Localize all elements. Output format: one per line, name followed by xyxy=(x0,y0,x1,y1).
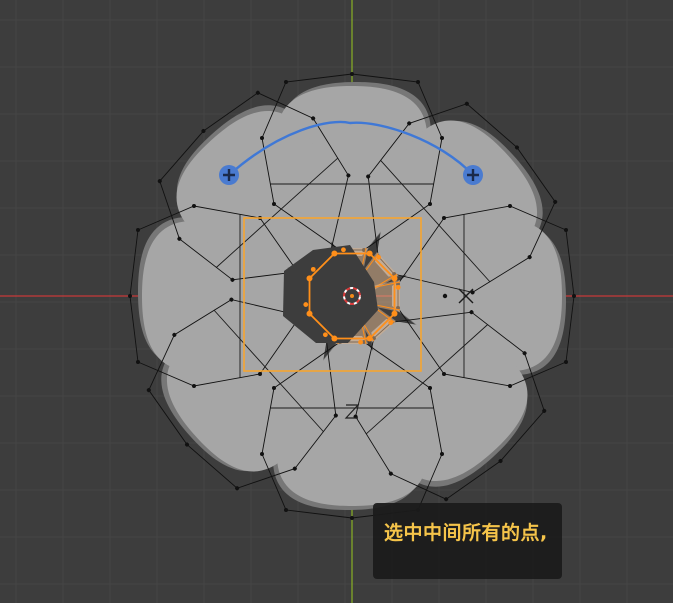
control-point[interactable] xyxy=(572,294,576,298)
control-point[interactable] xyxy=(146,387,152,393)
selected-point[interactable] xyxy=(395,285,401,290)
control-point[interactable] xyxy=(508,384,512,388)
selected-point[interactable] xyxy=(366,250,373,257)
control-point[interactable] xyxy=(258,372,262,376)
control-point[interactable] xyxy=(416,80,420,84)
caption-text: 选中中间所有的点, xyxy=(384,522,548,544)
control-point[interactable] xyxy=(442,372,446,376)
selected-point[interactable] xyxy=(388,320,394,326)
selected-point[interactable] xyxy=(341,247,346,253)
control-point[interactable] xyxy=(428,386,432,390)
control-point[interactable] xyxy=(284,80,288,84)
3d-viewport[interactable]: 选中中间所有的点, xyxy=(0,0,673,603)
control-point[interactable] xyxy=(350,72,354,76)
control-point[interactable] xyxy=(442,216,446,220)
control-point[interactable] xyxy=(260,452,264,456)
control-point[interactable] xyxy=(255,90,261,96)
selected-point[interactable] xyxy=(391,275,398,282)
control-point[interactable] xyxy=(552,199,558,205)
control-point[interactable] xyxy=(564,228,568,232)
selected-point[interactable] xyxy=(358,339,363,345)
selected-point[interactable] xyxy=(366,335,373,342)
gizmo-handle-left[interactable] xyxy=(219,165,239,185)
selected-point[interactable] xyxy=(310,266,316,272)
control-point[interactable] xyxy=(443,496,449,502)
control-point[interactable] xyxy=(272,386,276,390)
selected-point[interactable] xyxy=(303,302,309,307)
selected-point[interactable] xyxy=(306,275,313,282)
control-point[interactable] xyxy=(284,508,288,512)
control-point[interactable] xyxy=(128,294,132,298)
control-point[interactable] xyxy=(564,360,568,364)
origin-dot xyxy=(442,293,448,299)
control-point[interactable] xyxy=(136,228,140,232)
control-point[interactable] xyxy=(192,384,196,388)
selected-point[interactable] xyxy=(322,332,328,338)
selected-point[interactable] xyxy=(376,254,382,260)
selected-point[interactable] xyxy=(306,310,313,317)
control-point[interactable] xyxy=(440,136,444,140)
selected-point[interactable] xyxy=(331,250,338,257)
control-point[interactable] xyxy=(440,452,444,456)
control-point[interactable] xyxy=(136,360,140,364)
control-point[interactable] xyxy=(192,204,196,208)
caption-overlay: 选中中间所有的点, xyxy=(373,503,562,579)
control-point[interactable] xyxy=(260,136,264,140)
control-point[interactable] xyxy=(350,516,354,520)
gizmo-handle-right[interactable] xyxy=(463,165,483,185)
control-point[interactable] xyxy=(428,202,432,206)
selected-point[interactable] xyxy=(391,310,398,317)
viewport-canvas[interactable] xyxy=(0,0,673,603)
control-point[interactable] xyxy=(508,204,512,208)
selected-point[interactable] xyxy=(331,335,338,342)
control-point[interactable] xyxy=(272,202,276,206)
